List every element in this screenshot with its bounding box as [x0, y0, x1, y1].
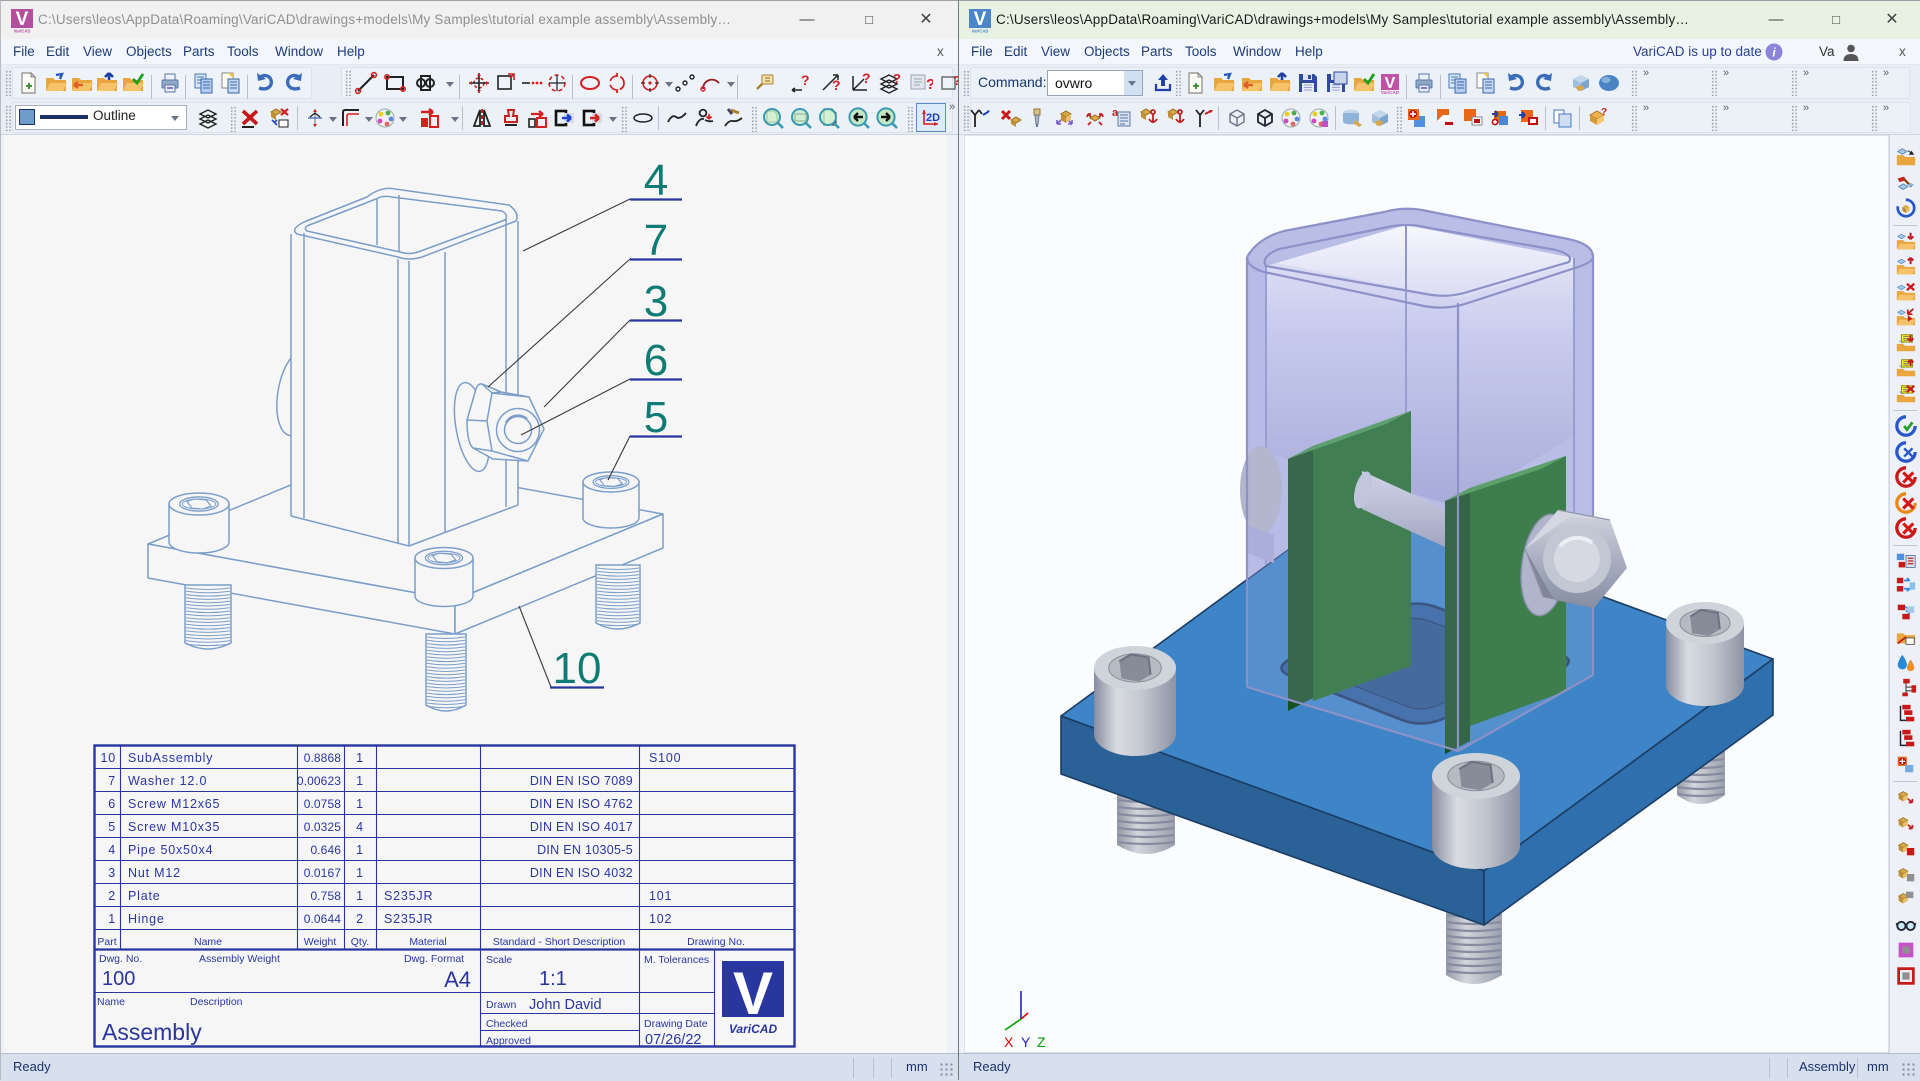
svg-text:VariCAD: VariCAD [729, 1022, 778, 1036]
svg-text:S235JR: S235JR [384, 889, 433, 903]
svg-text:0.0325: 0.0325 [304, 820, 342, 834]
svg-text:Part: Part [97, 936, 116, 948]
svg-text:Drawing No.: Drawing No. [687, 936, 745, 948]
svg-text:5: 5 [108, 820, 116, 834]
svg-text:Washer 12.0: Washer 12.0 [128, 774, 207, 788]
svg-text:10: 10 [100, 751, 116, 765]
svg-text:Screw M10x35: Screw M10x35 [128, 820, 220, 834]
svg-text:VariCAD: VariCAD [14, 29, 31, 34]
svg-text:6: 6 [644, 336, 668, 385]
svg-text:7: 7 [108, 774, 116, 788]
svg-text:1: 1 [356, 866, 364, 880]
svg-text:7: 7 [644, 216, 668, 265]
svg-text:3: 3 [108, 866, 116, 880]
svg-text:?: ? [893, 71, 901, 86]
svg-text:Approved: Approved [486, 1035, 531, 1047]
svg-text:Hinge: Hinge [128, 912, 165, 926]
svg-text:0.8868: 0.8868 [304, 751, 342, 765]
svg-text:3: 3 [644, 277, 668, 326]
svg-text:5: 5 [644, 393, 668, 442]
svg-text:?: ? [1601, 107, 1607, 118]
svg-text:0.0167: 0.0167 [304, 866, 342, 880]
svg-text:07/26/22: 07/26/22 [645, 1032, 701, 1048]
svg-text:Qty.: Qty. [351, 936, 369, 948]
svg-text:DIN EN ISO 4032: DIN EN ISO 4032 [530, 866, 633, 880]
svg-text:1: 1 [356, 843, 364, 857]
svg-text:Drawn: Drawn [486, 999, 517, 1011]
svg-text:0.758: 0.758 [310, 889, 341, 903]
svg-text:?: ? [926, 76, 933, 93]
svg-text:Pipe 50x50x4: Pipe 50x50x4 [128, 843, 213, 857]
svg-text:Standard - Short Description: Standard - Short Description [493, 936, 626, 948]
svg-text:Checked: Checked [486, 1018, 528, 1030]
svg-text:M. Tolerances: M. Tolerances [644, 954, 709, 966]
svg-text:S100: S100 [649, 751, 681, 765]
svg-text:Scale: Scale [486, 954, 512, 966]
svg-text:100: 100 [102, 968, 135, 990]
svg-text:1:1: 1:1 [539, 968, 567, 990]
svg-text:0.646: 0.646 [310, 843, 341, 857]
svg-text:V: V [16, 9, 29, 30]
svg-text:?: ? [801, 72, 810, 88]
svg-text:10: 10 [553, 644, 602, 693]
svg-text:Assembly: Assembly [102, 1019, 202, 1045]
svg-text:S235JR: S235JR [384, 912, 433, 926]
svg-text:6: 6 [108, 797, 116, 811]
svg-text:DIN EN ISO 7089: DIN EN ISO 7089 [530, 774, 633, 788]
svg-text:Screw M12x65: Screw M12x65 [128, 797, 220, 811]
svg-text:John David: John David [529, 997, 602, 1013]
svg-text:4: 4 [644, 156, 668, 205]
svg-text:0.00623: 0.00623 [297, 774, 341, 788]
svg-text:101: 101 [649, 889, 672, 903]
svg-text:Weight: Weight [304, 936, 337, 948]
svg-text:X: X [1004, 1034, 1014, 1050]
svg-text:0.0758: 0.0758 [304, 797, 342, 811]
svg-text:Plate: Plate [128, 889, 161, 903]
svg-text:SubAssembly: SubAssembly [128, 751, 213, 765]
svg-text:0.0644: 0.0644 [304, 912, 342, 926]
svg-text:Material: Material [409, 936, 446, 948]
svg-text:A4: A4 [444, 967, 471, 992]
svg-text:V: V [974, 9, 987, 30]
svg-text:4: 4 [108, 843, 116, 857]
svg-text:Nut M12: Nut M12 [128, 866, 181, 880]
svg-text:Assembly Weight: Assembly Weight [199, 953, 280, 965]
svg-text:Y: Y [1021, 1034, 1031, 1050]
svg-text:Description: Description [190, 996, 243, 1008]
svg-text:Dwg. No.: Dwg. No. [99, 953, 142, 965]
svg-text:Drawing Date: Drawing Date [644, 1018, 708, 1030]
svg-text:Name: Name [97, 996, 125, 1008]
svg-text:DIN EN 10305-5: DIN EN 10305-5 [537, 843, 633, 857]
svg-text:Dwg. Format: Dwg. Format [404, 953, 464, 965]
svg-text:1: 1 [356, 751, 364, 765]
svg-text:1: 1 [108, 912, 116, 926]
svg-text:?: ? [862, 71, 871, 86]
svg-text:V: V [733, 960, 773, 1027]
svg-text:2: 2 [356, 912, 364, 926]
svg-text:1: 1 [356, 797, 364, 811]
svg-text:1: 1 [356, 774, 364, 788]
svg-text:Z: Z [1037, 1034, 1046, 1050]
svg-text:4: 4 [356, 820, 364, 834]
svg-text:1: 1 [356, 889, 364, 903]
svg-text:Name: Name [194, 936, 222, 948]
svg-text:102: 102 [649, 912, 672, 926]
svg-text:VariCAD: VariCAD [1381, 90, 1400, 95]
svg-text:?: ? [832, 77, 841, 93]
svg-text:DIN EN ISO 4017: DIN EN ISO 4017 [530, 820, 633, 834]
svg-text:2D: 2D [926, 112, 940, 124]
svg-text:DIN EN ISO 4762: DIN EN ISO 4762 [530, 797, 633, 811]
svg-text:2: 2 [108, 889, 116, 903]
svg-text:VariCAD: VariCAD [972, 29, 989, 34]
